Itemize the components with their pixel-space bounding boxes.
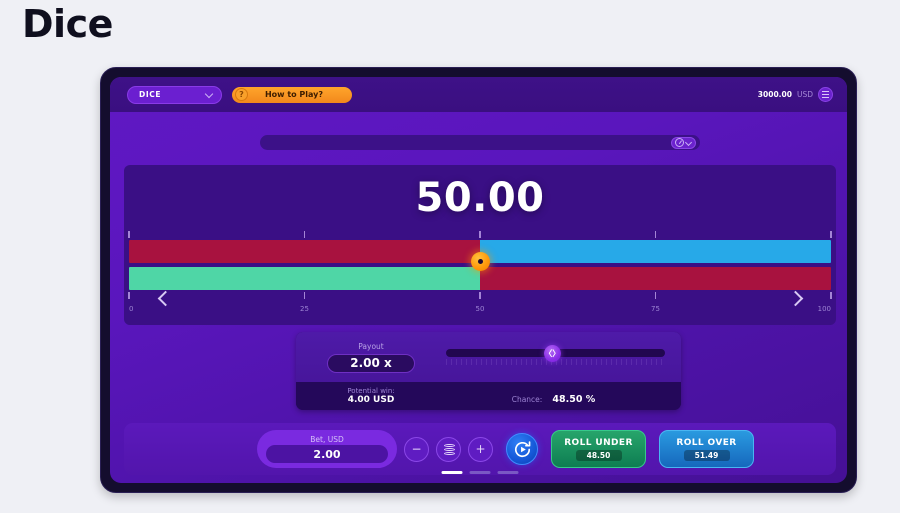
question-mark-icon: ?	[235, 88, 248, 101]
tick-mark	[654, 292, 657, 299]
tick-mark	[830, 292, 832, 299]
page-indicator[interactable]	[497, 470, 519, 474]
bar-segment-left	[129, 267, 480, 290]
roll-under-button[interactable]: ROLL UNDER 48.50	[551, 430, 646, 468]
tick-marks-top	[128, 231, 832, 239]
balance-currency: USD	[796, 90, 813, 99]
result-number: 50.00	[415, 175, 545, 221]
game-frame: DICE ? How to Play? 3000.00 USD 50.00 0 …	[100, 67, 857, 493]
bar-segment-left	[129, 240, 480, 263]
chance-value: 48.50 %	[552, 393, 596, 405]
slider-handle[interactable]	[470, 252, 490, 271]
top-bar: DICE ? How to Play? 3000.00 USD	[110, 77, 847, 112]
bar-segment-right	[480, 240, 831, 263]
chance-label: Chance:	[511, 394, 543, 404]
bet-field: Bet, USD 2.00	[257, 430, 397, 468]
history-bar	[260, 135, 700, 150]
bottom-control-bar: Bet, USD 2.00 − + ROLL UNDER 48.50 ROLL …	[124, 423, 836, 475]
payout-card: Payout 2.00 x 〈〉 Potential win: 4.00 USD…	[296, 332, 681, 410]
potential-win-label: Potential win:	[347, 386, 395, 395]
tick-mark	[303, 292, 306, 299]
payout-input[interactable]: 2.00 x	[327, 353, 415, 373]
axis-label: 100	[817, 305, 831, 313]
tick-mark	[128, 231, 130, 238]
payout-bottom-row: Potential win: 4.00 USD Chance: 48.50 %	[296, 382, 681, 410]
axis-label: 25	[300, 305, 309, 313]
how-to-play-button[interactable]: ? How to Play?	[232, 86, 352, 103]
axis-label: 0	[129, 305, 134, 313]
roll-over-label: ROLL OVER	[676, 437, 737, 448]
game-panel: DICE ? How to Play? 3000.00 USD 50.00 0 …	[110, 77, 847, 483]
payout-top-row: Payout 2.00 x 〈〉	[296, 332, 681, 382]
how-to-play-label: How to Play?	[264, 90, 324, 99]
roll-over-button[interactable]: ROLL OVER 51.49	[659, 430, 754, 468]
gauge-icon	[675, 138, 684, 147]
page-indicator[interactable]	[441, 470, 463, 474]
roll-under-label: ROLL UNDER	[564, 437, 633, 448]
hamburger-menu-icon[interactable]	[818, 87, 833, 102]
left-right-arrows-icon[interactable]: 〈〉	[543, 345, 561, 362]
page-indicators	[441, 470, 519, 474]
tick-mark	[479, 292, 481, 299]
game-board: 50.00 0 25 50 75 100	[124, 165, 836, 325]
bar-segment-right	[480, 267, 831, 290]
tick-mark	[128, 292, 130, 299]
page-title: Dice	[22, 2, 113, 46]
history-settings-button[interactable]	[671, 136, 696, 149]
game-select-dropdown[interactable]: DICE	[127, 85, 222, 104]
payout-label: Payout	[358, 341, 384, 351]
auto-play-icon[interactable]	[506, 433, 538, 465]
axis-label: 75	[651, 305, 660, 313]
axis-label: 50	[475, 305, 485, 313]
axis-labels: 0 25 50 75 100	[129, 305, 831, 317]
roll-over-value: 51.49	[683, 449, 730, 461]
chance-display: Chance: 48.50 %	[446, 387, 661, 406]
coins-stack-icon[interactable]	[436, 436, 461, 462]
bet-decrease-button[interactable]: −	[404, 436, 429, 462]
bet-label: Bet, USD	[310, 435, 344, 444]
game-select-label: DICE	[139, 90, 162, 99]
page-indicator[interactable]	[469, 470, 491, 474]
chevron-down-icon	[206, 91, 213, 98]
potential-win: Potential win: 4.00 USD	[296, 387, 446, 405]
tick-mark	[479, 231, 481, 238]
tick-mark	[830, 231, 832, 238]
bet-input[interactable]: 2.00	[266, 445, 388, 463]
tick-mark	[303, 231, 306, 238]
bet-increase-button[interactable]: +	[468, 436, 493, 462]
chevron-down-icon	[686, 140, 692, 146]
balance-amount: 3000.00	[757, 90, 792, 99]
dice-slider[interactable]: 0 25 50 75 100	[128, 231, 832, 321]
chevron-right-icon[interactable]	[787, 288, 803, 312]
tick-marks-bottom	[128, 292, 832, 300]
chevron-left-icon[interactable]	[157, 288, 173, 312]
potential-win-value: 4.00 USD	[347, 394, 395, 405]
payout-slider[interactable]: 〈〉	[446, 342, 665, 372]
balance-display: 3000.00 USD	[758, 87, 833, 102]
payout-field: Payout 2.00 x	[296, 342, 446, 373]
tick-mark	[654, 231, 657, 238]
roll-under-value: 48.50	[575, 449, 622, 461]
